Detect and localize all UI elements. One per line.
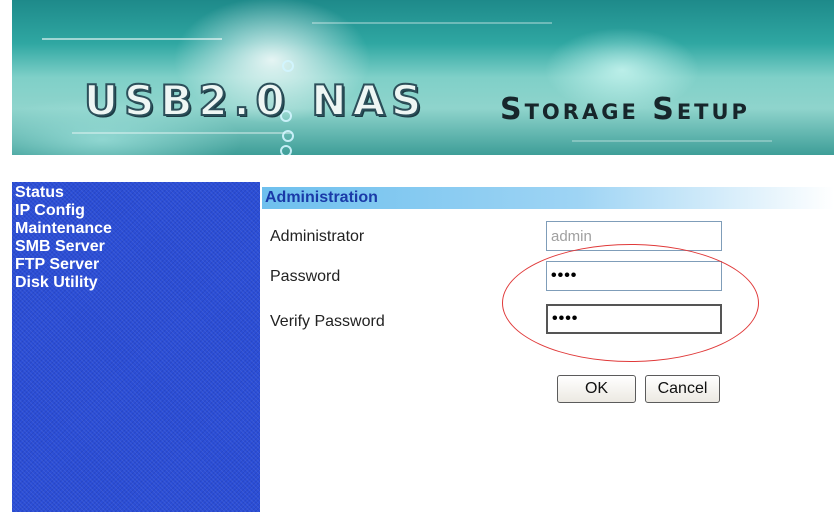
banner-setup-title: Storage Setup (500, 92, 750, 127)
sidebar-item-status[interactable]: Status (15, 184, 260, 202)
administrator-label: Administrator (270, 228, 365, 245)
panel-title: Administration (265, 189, 378, 206)
sidebar-item-ftp-server[interactable]: FTP Server (15, 256, 260, 274)
banner-product-title: USB2.0 NAS (83, 75, 428, 126)
verify-password-field[interactable] (546, 304, 722, 334)
password-label: Password (270, 268, 341, 285)
panel-header: Administration (262, 187, 834, 209)
administrator-field[interactable] (546, 221, 722, 251)
header-banner: USB2.0 NAS Storage Setup (12, 0, 834, 155)
sidebar-item-smb-server[interactable]: SMB Server (15, 238, 260, 256)
password-field[interactable] (546, 261, 722, 291)
sidebar-item-ip-config[interactable]: IP Config (15, 202, 260, 220)
cancel-button[interactable]: Cancel (645, 375, 720, 403)
sidebar-item-maintenance[interactable]: Maintenance (15, 220, 260, 238)
verify-password-label: Verify Password (270, 313, 385, 330)
ok-button[interactable]: OK (557, 375, 636, 403)
sidebar-nav: Status IP Config Maintenance SMB Server … (12, 182, 260, 512)
sidebar-item-disk-utility[interactable]: Disk Utility (15, 274, 260, 292)
